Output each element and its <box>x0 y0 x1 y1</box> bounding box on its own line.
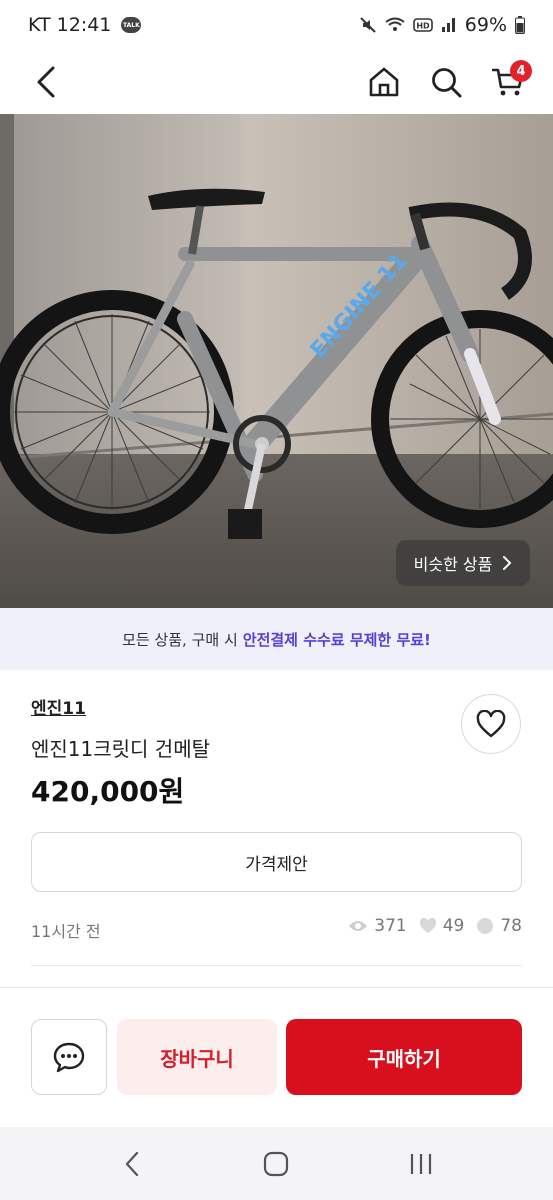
status-left: KT 12:41 TALK <box>28 14 142 36</box>
bottom-action-bar: 장바구니 구매하기 <box>0 987 553 1127</box>
similar-products-button[interactable]: 비슷한 상품 <box>396 540 530 586</box>
safe-payment-promo[interactable]: 모든 상품, 구매 시 안전결제 수수료 무제한 무료! <box>0 608 553 670</box>
chat-bubble-small-icon <box>477 918 494 934</box>
back-arrow-icon <box>37 66 55 98</box>
likes-stat: 49 <box>419 916 465 936</box>
nav-home-button[interactable] <box>246 1139 306 1189</box>
mute-icon <box>360 17 376 33</box>
product-stats: 371 49 78 <box>342 916 522 936</box>
chat-icon <box>53 1042 85 1073</box>
carrier-time: KT 12:41 <box>28 14 112 36</box>
chevron-right-icon <box>503 556 512 570</box>
promo-text: 모든 상품, 구매 시 <box>122 630 238 649</box>
nav-home-icon <box>264 1151 289 1176</box>
heart-small-icon <box>419 918 436 933</box>
status-right: HD 69% <box>359 14 525 36</box>
system-nav-bar <box>0 1127 553 1200</box>
status-bar: KT 12:41 TALK HD 69% <box>0 0 553 50</box>
cart-button[interactable]: 4 <box>484 58 532 106</box>
divider <box>31 965 522 966</box>
signal-icon <box>441 18 455 32</box>
wifi-icon <box>385 17 405 31</box>
bicycle-photo: ENGINE 11 <box>0 114 553 608</box>
hd-icon: HD <box>412 18 433 32</box>
views-stat: 371 <box>348 916 407 936</box>
talk-icon: TALK <box>121 17 142 33</box>
nav-recents-button[interactable] <box>391 1139 451 1189</box>
nav-back-icon <box>126 1151 139 1176</box>
nav-back-button[interactable] <box>102 1139 162 1189</box>
product-price: 420,000원 <box>31 775 185 808</box>
buy-button[interactable]: 구매하기 <box>286 1019 522 1095</box>
app-header: 4 <box>0 50 553 114</box>
svg-text:HD: HD <box>416 22 430 31</box>
product-photo[interactable]: ENGINE 11 비슷한 상품 <box>0 114 553 608</box>
nav-recents-icon <box>410 1153 431 1174</box>
battery-level: 69% <box>464 14 507 36</box>
battery-icon <box>515 16 525 34</box>
heart-icon <box>476 710 506 738</box>
like-button[interactable] <box>461 694 521 754</box>
chat-button[interactable] <box>31 1019 107 1095</box>
product-title: 엔진11크릿디 건메탈 <box>31 737 211 761</box>
likes-count: 49 <box>442 916 465 936</box>
eye-icon <box>349 921 368 931</box>
price-offer-button[interactable]: 가격제안 <box>31 832 522 892</box>
back-button[interactable] <box>22 58 70 106</box>
home-button[interactable] <box>360 58 408 106</box>
add-to-cart-button[interactable]: 장바구니 <box>117 1019 277 1095</box>
home-icon <box>369 67 399 97</box>
promo-highlight: 안전결제 수수료 무제한 무료! <box>242 630 431 649</box>
chats-stat: 78 <box>476 916 522 936</box>
similar-products-label: 비슷한 상품 <box>413 555 493 574</box>
shop-name-link[interactable]: 엔진11 <box>31 694 86 719</box>
search-icon <box>432 68 462 98</box>
search-button[interactable] <box>422 58 470 106</box>
cart-count-badge: 4 <box>510 60 532 82</box>
chats-count: 78 <box>500 916 522 936</box>
posted-time: 11시간 전 <box>31 922 101 941</box>
views-count: 371 <box>374 916 407 936</box>
